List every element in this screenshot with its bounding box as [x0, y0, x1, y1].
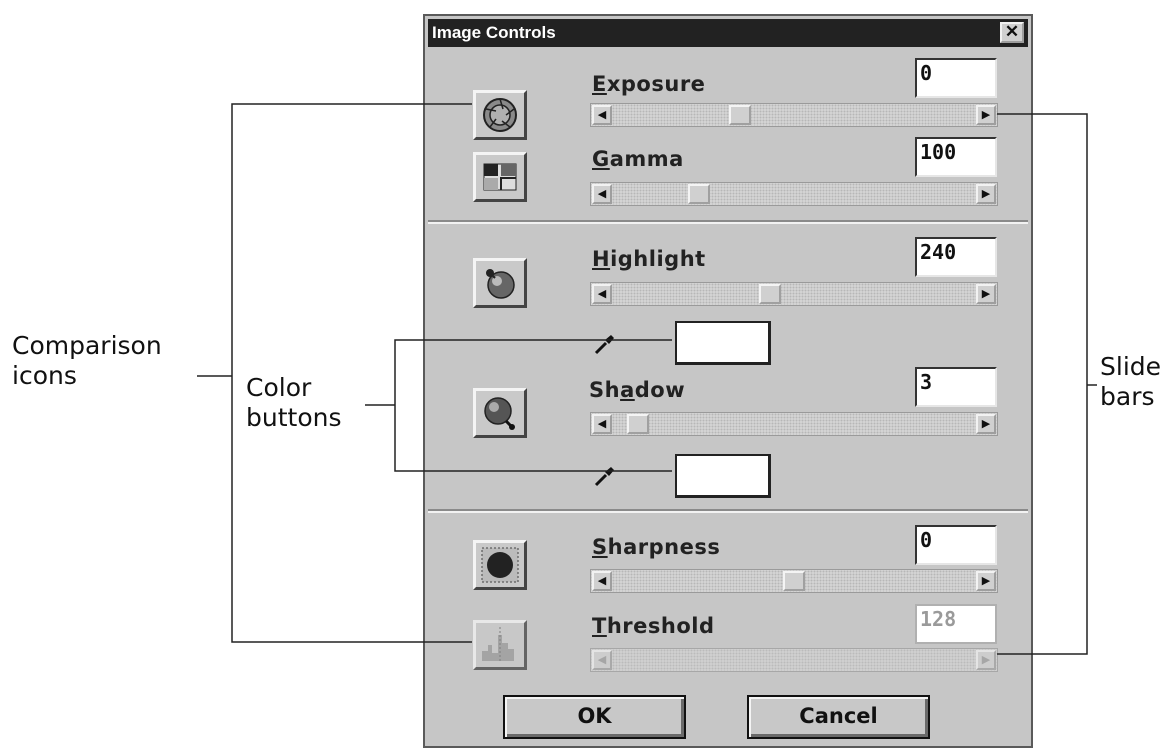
- color-buttons-bracket: [394, 339, 672, 472]
- comparison-icons-bracket: [231, 103, 472, 643]
- callout-lines: [197, 103, 1097, 655]
- slide-bars-bracket: [997, 113, 1088, 655]
